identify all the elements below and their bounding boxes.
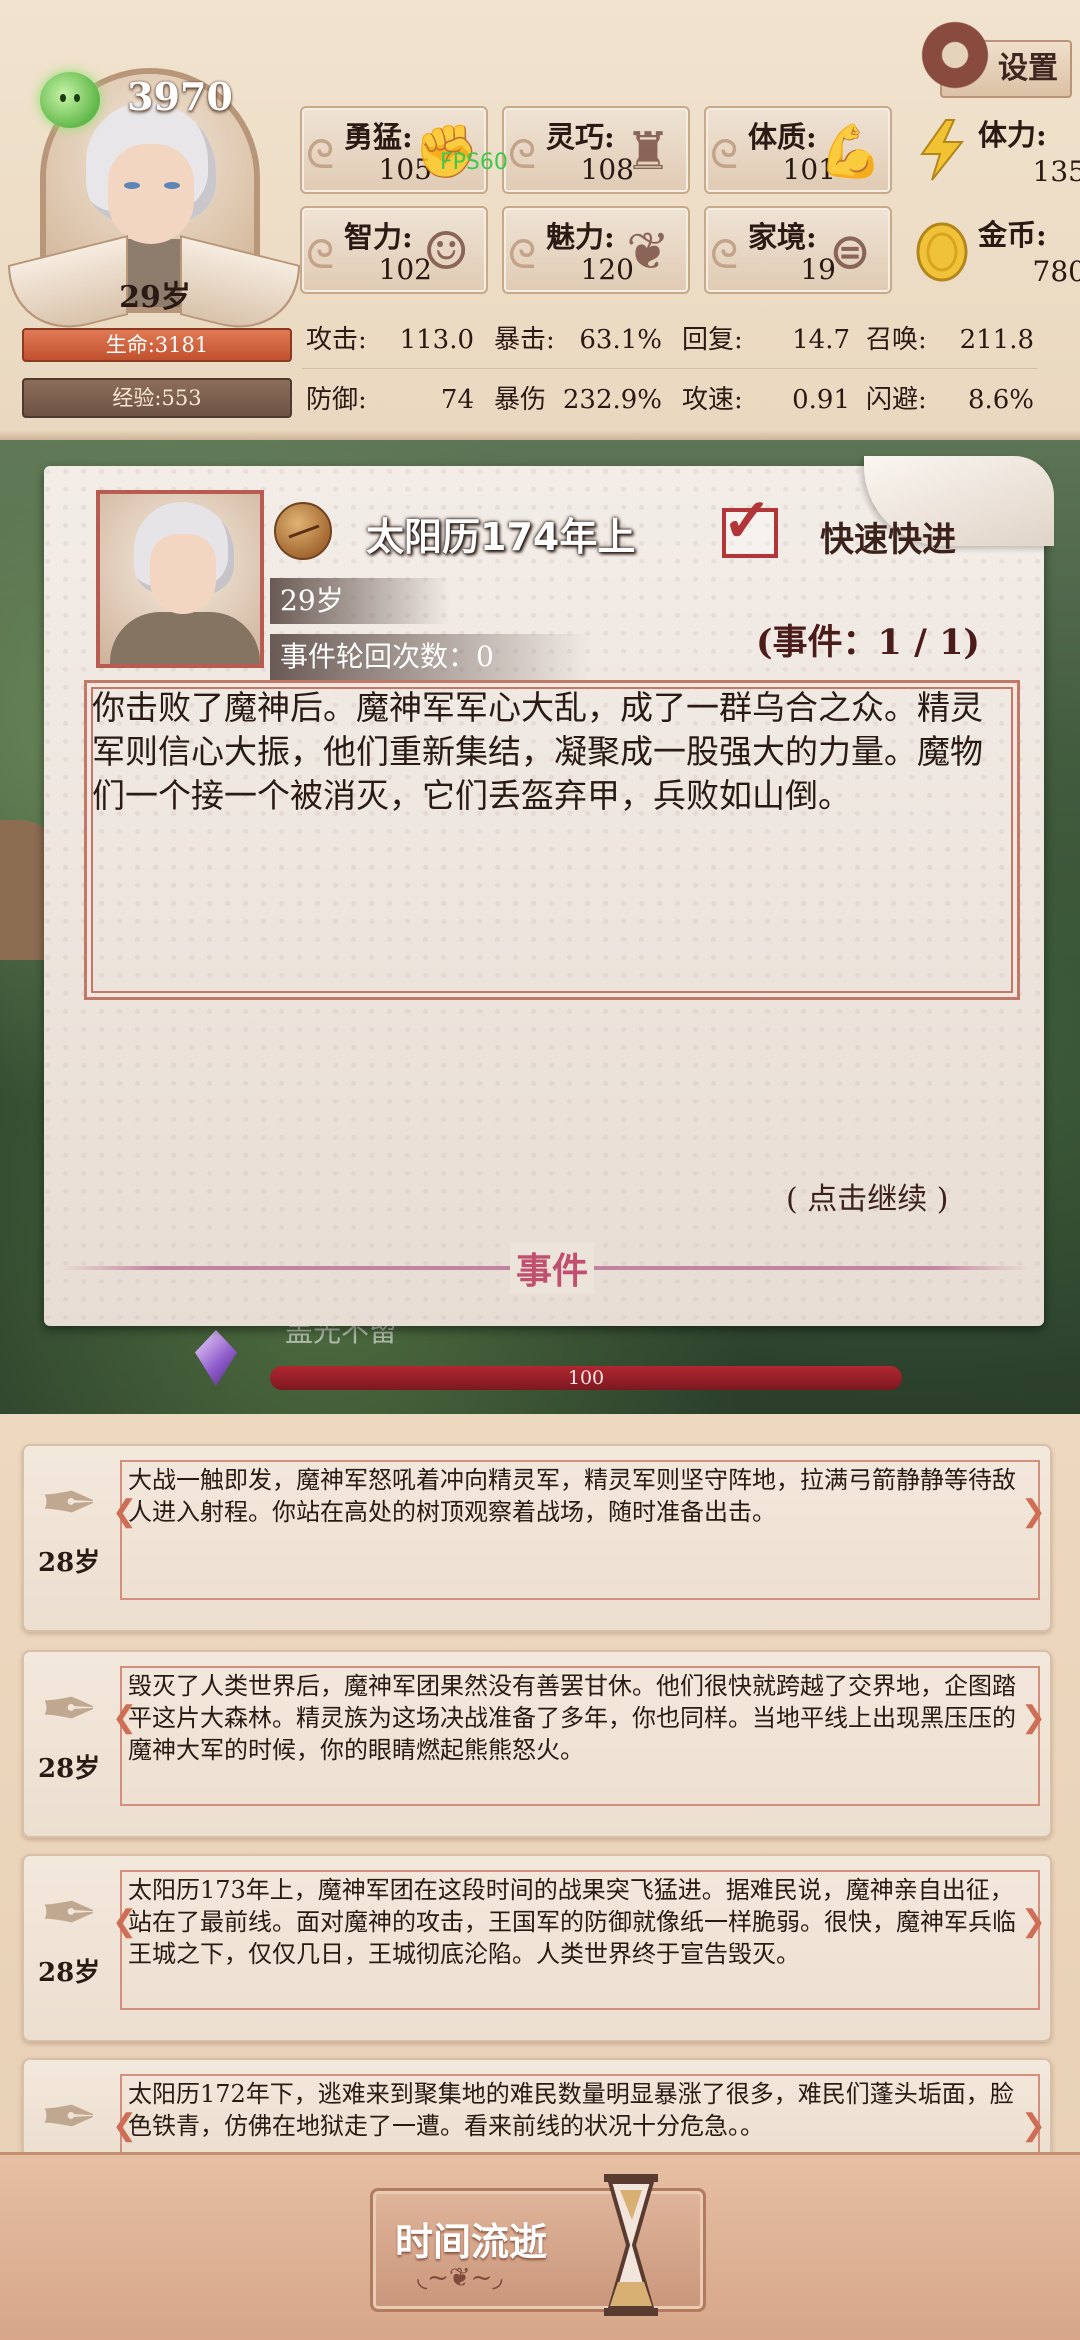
stat-charm[interactable]: ᘓ 魅力: 120 ❦: [502, 206, 690, 294]
combat-stat: 暴击: 63.1%: [494, 325, 662, 355]
quill-icon: ✒: [40, 1872, 99, 1954]
swirl-icon: ᘓ: [306, 232, 335, 278]
era-coin-icon: [274, 502, 332, 560]
combat-stat: 暴伤 232.9%: [494, 385, 662, 415]
spirit-icon: [40, 72, 100, 128]
event-year: 太阳历174年上: [366, 515, 636, 559]
log-entry: ✒ 28岁 ❮ ❯ 太阳历173年上，魔神军团在这段时间的战果突飞猛进。据难民说…: [22, 1854, 1052, 2042]
event-cycle-count: 事件轮回次数：0: [270, 634, 590, 680]
hourglass-icon: [604, 2174, 658, 2316]
combat-stat: 召唤: 211.8: [866, 325, 1034, 355]
exp-bar: 经验:553: [22, 378, 292, 418]
stat-constitution[interactable]: ᘓ 体质: 101 💪: [704, 106, 892, 194]
age-label: 29岁: [119, 280, 191, 315]
flourish-icon: ◟~❦~◞: [417, 2263, 503, 2293]
stat-family[interactable]: ᘓ 家境: 19 ⊜: [704, 206, 892, 294]
brain-icon: ☺: [422, 222, 470, 282]
log-entry: ✒ 28岁 ❮ ❯ 毁灭了人类世界后，魔神军团果然没有善罢甘休。他们很快就跨越了…: [22, 1650, 1052, 1838]
lightning-icon: [920, 119, 965, 181]
stat-stamina[interactable]: 体力: 135: [906, 106, 1080, 194]
combat-stat: 防御: 74: [306, 385, 474, 415]
combat-stat: 闪避: 8.6%: [866, 385, 1034, 415]
swirl-icon: ᘓ: [710, 232, 739, 278]
checkmark-icon: ✓: [722, 486, 773, 556]
hp-bar: 生命:3181: [22, 328, 292, 362]
combat-stats: 攻击: 113.0 暴击: 63.1% 回复: 14.7 召唤: 211.8 防御: 74…: [302, 308, 1038, 430]
score-value: 3970: [127, 74, 233, 119]
gear-icon[interactable]: [918, 18, 992, 92]
status-panel: 3970 29岁 生命:3181 经验:553 ᘓ 勇猛: 105 ✊ ᘓ 灵巧…: [0, 0, 1080, 440]
swirl-icon: ᘓ: [710, 132, 739, 178]
fps-counter: FPS60: [440, 150, 508, 175]
combat-stat: 攻速: 0.91: [682, 385, 850, 415]
stat-agility[interactable]: ᘓ 灵巧: 108 ♜: [502, 106, 690, 194]
combat-stat: 攻击: 113.0: [306, 325, 474, 355]
gold-coin-icon: [916, 222, 968, 282]
combat-stat: 回复: 14.7: [682, 325, 850, 355]
event-footer-title: 事件: [510, 1242, 595, 1294]
event-counter: (事件：1 / 1): [756, 622, 980, 663]
swirl-icon: ᘓ: [508, 232, 537, 278]
quill-icon: ✒: [40, 2076, 99, 2158]
event-body: 你击败了魔神后。魔神军军心大乱，成了一群乌合之众。精灵军则信心大振，他们重新集结…: [92, 688, 983, 815]
log-entry: ✒ 27岁 ❮ ❯ 太阳历172年下，逃难来到聚集地的难民数量明显暴涨了很多，难…: [22, 2058, 1052, 2158]
log-entry: ✒ 28岁 ❮ ❯ 大战一触即发，魔神军怒吼着冲向精灵军，精灵军则坚守阵地，拉满…: [22, 1444, 1052, 1632]
fast-forward-checkbox[interactable]: ✓: [722, 486, 778, 558]
coin-stack-icon: ⊜: [828, 222, 872, 282]
muscle-icon: 💪: [818, 122, 883, 182]
stat-gold[interactable]: 金币: 780: [906, 206, 1080, 294]
continue-button[interactable]: ( 点击继续 ): [786, 1174, 948, 1218]
stat-intelligence[interactable]: ᘓ 智力: 102 ☺: [300, 206, 488, 294]
event-portrait: [96, 490, 264, 668]
enemy-hp-bar: 100: [270, 1366, 902, 1390]
quill-icon: ✒: [40, 1668, 99, 1750]
swirl-icon: ᘓ: [306, 132, 335, 178]
quill-icon: ✒: [40, 1462, 99, 1544]
event-age: 29岁: [270, 578, 450, 624]
swirl-icon: ᘓ: [508, 132, 537, 178]
fast-forward-label[interactable]: 快速快进: [820, 512, 956, 561]
cloak-icon: ♜: [624, 122, 672, 182]
flower-icon: ❦: [626, 222, 670, 282]
